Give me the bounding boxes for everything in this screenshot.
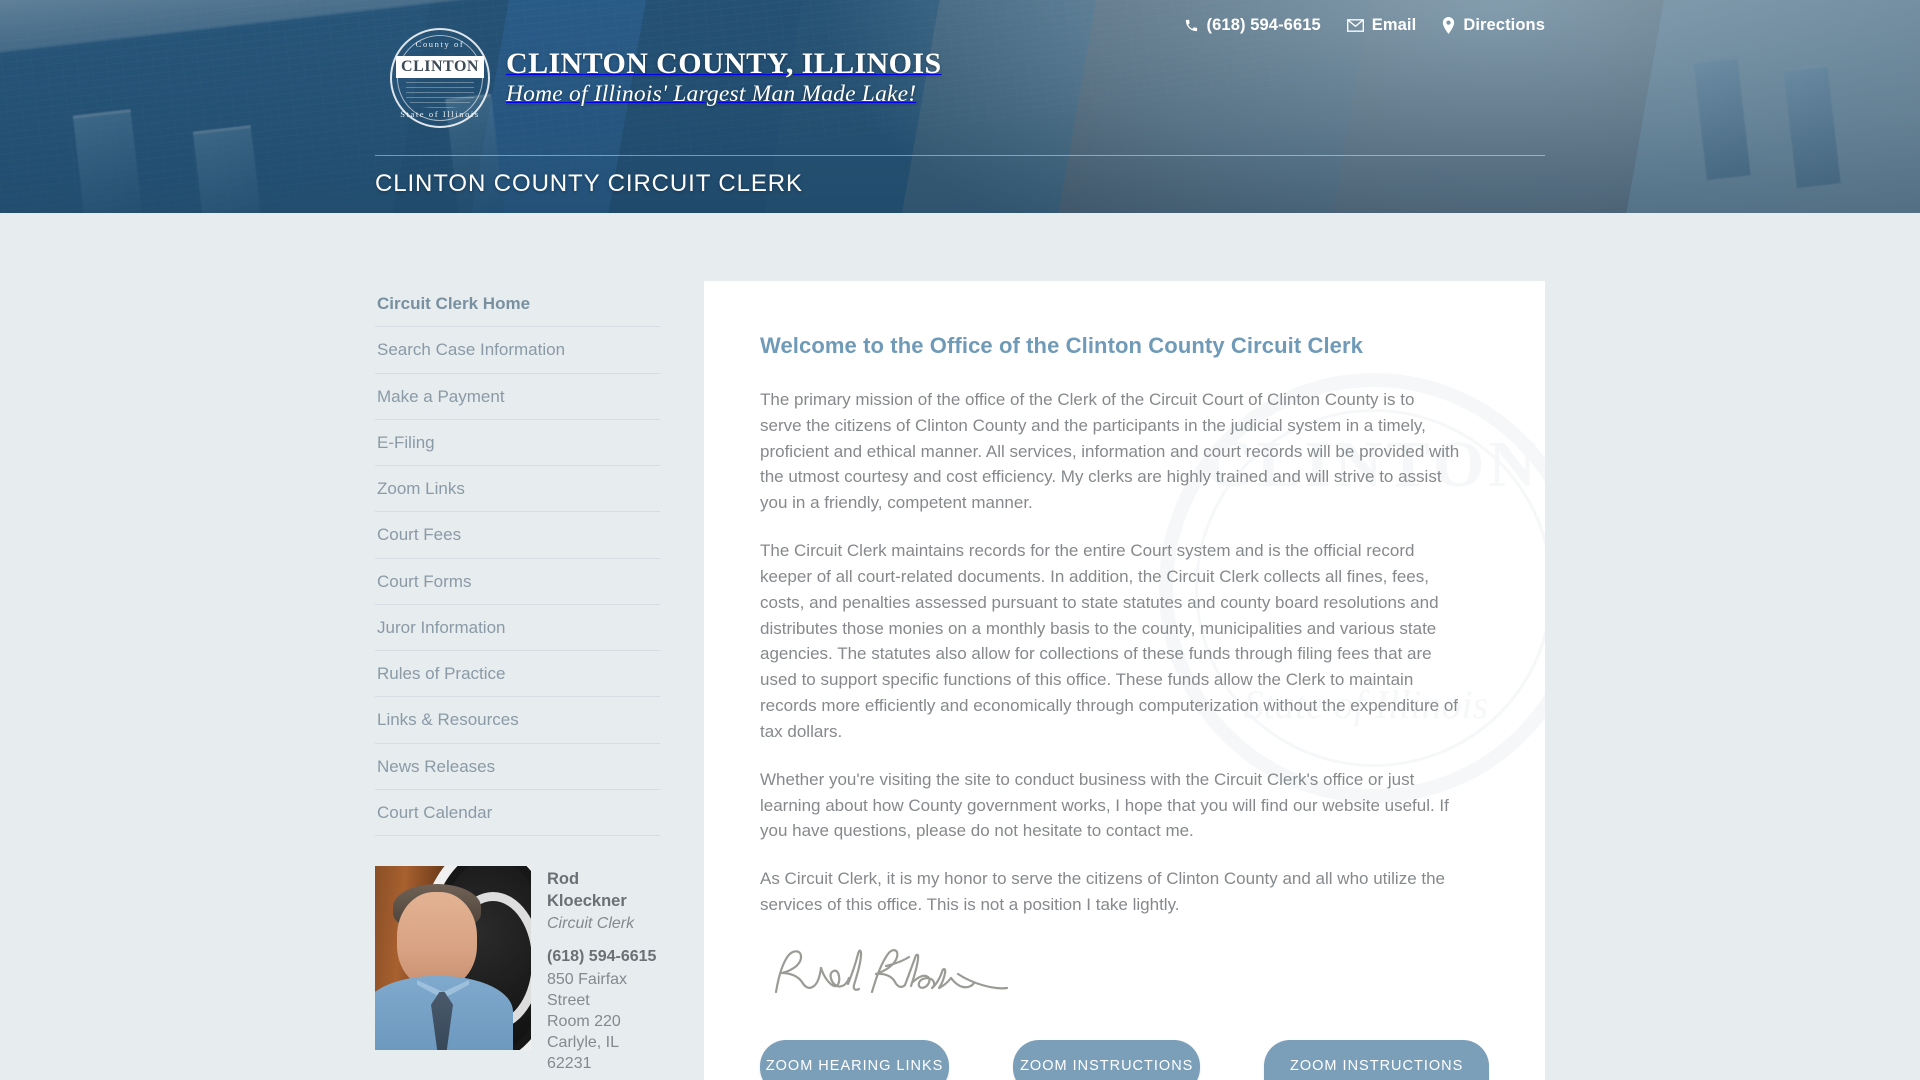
contact-address-line-1: 850 Fairfax Street: [547, 970, 628, 1009]
envelope-icon: [1346, 19, 1364, 32]
sidebar-item-zoom-links[interactable]: Zoom Links: [375, 466, 660, 513]
site-logo[interactable]: County of CLINTON State of Illinois CLIN…: [390, 28, 942, 128]
sidebar: Circuit Clerk Home Search Case Informati…: [375, 281, 660, 1080]
contact-name: Rod Kloeckner: [547, 870, 627, 911]
directions-link-label: Directions: [1463, 16, 1545, 34]
sidebar-item-court-forms[interactable]: Court Forms: [375, 559, 660, 605]
zoom-instructions-button[interactable]: ZOOM INSTRUCTIONS: [1013, 1039, 1201, 1080]
contact-address-line-3: Carlyle, IL 62231: [547, 1033, 619, 1072]
sidebar-item-links-and-resources[interactable]: Links & Resources: [375, 697, 660, 744]
sidebar-item-court-calendar[interactable]: Court Calendar: [375, 790, 660, 836]
sidebar-item-e-filing[interactable]: E-Filing: [375, 420, 660, 466]
intro-paragraph-3: Whether you're visiting the site to cond…: [760, 769, 1449, 841]
sidebar-item-make-a-payment[interactable]: Make a Payment: [375, 374, 660, 420]
sidebar-item-news-releases[interactable]: News Releases: [375, 744, 660, 790]
sidebar-item-court-fees[interactable]: Court Fees: [375, 512, 660, 559]
contact-phone: (618) 594-6615: [547, 948, 657, 966]
seal-arc-top: County of: [415, 39, 465, 49]
phone-icon: [1184, 18, 1199, 33]
sidebar-item-rules-of-practice[interactable]: Rules of Practice: [375, 651, 660, 698]
header-divider: [375, 155, 1545, 156]
section-navigation: Circuit Clerk Home Search Case Informati…: [375, 281, 660, 836]
sidebar-item-circuit-clerk-home[interactable]: Circuit Clerk Home: [375, 281, 660, 328]
directions-link[interactable]: Directions: [1442, 16, 1545, 35]
seal-center-text: CLINTON: [401, 58, 479, 75]
signature-image: [768, 944, 1009, 1006]
contact-role: Circuit Clerk: [547, 914, 635, 932]
page-title: CLINTON COUNTY CIRCUIT CLERK: [375, 170, 803, 197]
county-seal-icon: County of CLINTON State of Illinois: [390, 28, 490, 128]
intro-paragraph-4: As Circuit Clerk, it is my honor to serv…: [760, 869, 1446, 915]
email-link[interactable]: Email: [1346, 16, 1417, 35]
welcome-heading: Welcome to the Office of the Clinton Cou…: [760, 333, 1363, 358]
contact-card: Rod Kloeckner Circuit Clerk (618) 594-66…: [375, 866, 660, 1080]
seal-arc-bottom: State of Illinois: [400, 109, 480, 119]
site-wordmark: CLINTON COUNTY, ILLINOIS Home of Illinoi…: [506, 47, 942, 110]
zoom-button-row: ZOOM HEARING LINKS ZOOM INSTRUCTIONS ZOO…: [760, 1039, 1489, 1080]
avatar: [375, 866, 531, 1050]
page-body: Circuit Clerk Home Search Case Informati…: [0, 213, 1920, 1080]
phone-link-label: (618) 594-6615: [1206, 16, 1321, 34]
zoom-hearing-links-button[interactable]: ZOOM HEARING LINKS: [760, 1039, 950, 1080]
site-header: (618) 594-6615 Email Directions County o…: [0, 0, 1920, 213]
map-pin-icon: [1442, 17, 1455, 34]
site-tagline: Home of Illinois' Largest Man Made Lake!: [506, 81, 917, 108]
phone-link[interactable]: (618) 594-6615: [1184, 16, 1321, 35]
sidebar-item-search-case-information[interactable]: Search Case Information: [375, 327, 660, 374]
email-link-label: Email: [1371, 16, 1417, 34]
intro-paragraph-2: The Circuit Clerk maintains records for …: [760, 541, 1459, 741]
site-title: CLINTON COUNTY, ILLINOIS: [506, 46, 942, 80]
sidebar-item-juror-information[interactable]: Juror Information: [375, 605, 660, 651]
zoom-instructions-spanish-button[interactable]: ZOOM INSTRUCTIONS (SPANISH): [1264, 1039, 1489, 1080]
intro-paragraph-1: The primary mission of the office of the…: [760, 390, 1460, 513]
contact-address-line-2: Room 220: [547, 1012, 621, 1030]
main-content-panel: CLINTON State of Illinois Welcome to the…: [704, 281, 1545, 1080]
